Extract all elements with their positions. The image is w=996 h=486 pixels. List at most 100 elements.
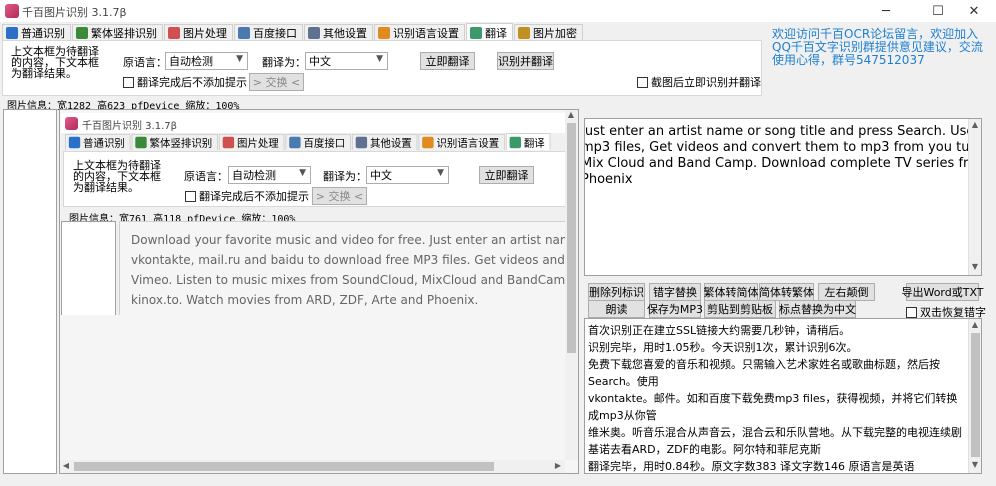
punctuation-to-chinese-button[interactable]: 标点替换为中文 (779, 300, 856, 318)
tab-label: 图片处理 (236, 136, 279, 150)
ocr-and-translate-button[interactable]: 识别并翻译 (497, 52, 554, 70)
preview-vertical-scrollbar[interactable]: ▲ (565, 110, 578, 460)
inner-text-line: Vimeo. Listen to music mixes from SoundC… (131, 273, 566, 287)
language-icon (378, 27, 390, 39)
inner-tab-image-process: 图片处理 (218, 133, 285, 151)
source-text-content: Just enter an artist name or song title … (584, 124, 982, 188)
log-line: 免费下载您喜爱的音乐和视频。只需输入艺术家姓名或歌曲标题，然后按Search。使… (588, 358, 940, 388)
translate-icon (470, 26, 482, 39)
tab-bar: 普通识别 繁体竖排识别 图片处理 百度接口 其他设置 识别语言设置 翻译 图片加… (2, 23, 584, 41)
inner-image-text: Download your favorite music and video f… (119, 221, 566, 315)
chevron-down-icon: ▼ (236, 54, 243, 64)
source-text-box[interactable]: Just enter an artist name or song title … (584, 118, 982, 276)
source-text-line: Phoenix (584, 172, 633, 187)
source-text-line: Mix Cloud and Band Camp. Download comple… (584, 156, 982, 171)
tab-image-encrypt[interactable]: 图片加密 (514, 24, 583, 41)
tab-baidu-api[interactable]: 百度接口 (234, 24, 303, 41)
target-lang-select[interactable]: 中文 ▼ (305, 52, 388, 70)
inner-target-lang-select: 中文 ▼ (366, 166, 449, 184)
tab-label: 识别语言设置 (393, 27, 459, 40)
settings-icon (355, 136, 368, 149)
translation-result-content: 首次识别正在建立SSL链接大约需要几秒钟，请稍后。 识别完毕，用时1.05秒。今… (588, 322, 968, 473)
api-icon (238, 27, 250, 39)
log-line: 识别完毕，用时1.05秒。今天识别1次，累计识别6次。 (588, 341, 858, 354)
tab-label: 百度接口 (253, 27, 297, 40)
tab-label: 普通识别 (21, 27, 65, 40)
thumbnail-list[interactable] (3, 109, 57, 474)
export-word-txt-button[interactable]: 导出Word或TXT (901, 283, 984, 301)
preview-horizontal-scrollbar[interactable]: ◀ ▶ (60, 460, 565, 473)
copy-to-clipboard-button[interactable]: 剪贴到剪贴板 (704, 300, 776, 318)
tab-other-settings[interactable]: 其他设置 (304, 24, 373, 41)
language-icon (422, 136, 434, 149)
inner-swap-button: > 交换 < (312, 187, 367, 205)
minimize-button[interactable]: ─ (864, 0, 908, 22)
tab-label: 识别语言设置 (436, 136, 500, 150)
scroll-up-icon[interactable]: ▲ (969, 120, 981, 129)
scroll-left-icon[interactable]: ◀ (60, 461, 72, 470)
vertical-text-icon (135, 136, 147, 149)
dblclick-restore-checkbox[interactable] (906, 307, 917, 318)
translate-panel: 上文本框为待翻译 的内容，下文本框 为翻译结果。 原语言： 自动检测 ▼ 翻译为：… (2, 40, 762, 96)
log-line: 首次识别正在建立SSL链接大约需要几秒钟，请稍后。 (588, 324, 851, 337)
title-bar: 千百图片识别 3.1.7β ─ ☐ ✕ (0, 0, 996, 22)
translation-result-box[interactable]: 首次识别正在建立SSL链接大约需要几秒钟，请稍后。 识别完毕，用时1.05秒。今… (584, 318, 982, 474)
inner-source-lang-label: 原语言： (184, 170, 228, 183)
swap-button[interactable]: > 交换 < (249, 73, 304, 91)
log-line: 基诺去看ARD，ZDF的电影。阿尔特和菲尼克斯 (588, 443, 821, 456)
tab-translate[interactable]: 翻译 (466, 23, 513, 41)
lock-icon (518, 27, 530, 39)
scroll-down-icon[interactable]: ▼ (969, 460, 981, 469)
scroll-thumb[interactable] (971, 333, 980, 457)
promo-text: 欢迎访问千百OCR论坛留言，欢迎加入QQ千百文字识别群提供意见建议，交流使用心得… (772, 27, 983, 67)
source-lang-label: 原语言： (123, 56, 167, 69)
ocr-icon (68, 136, 81, 149)
tab-vertical[interactable]: 繁体竖排识别 (72, 24, 163, 41)
tab-language-settings[interactable]: 识别语言设置 (374, 24, 465, 41)
delete-column-marks-button[interactable]: 删除列标识 (588, 283, 645, 301)
typo-replace-button[interactable]: 错字替换 (649, 283, 701, 301)
source-text-line: mp3 files, Get videos and convert them t… (584, 140, 982, 155)
source-lang-select[interactable]: 自动检测 ▼ (165, 52, 248, 70)
no-tip-option[interactable]: 翻译完成后不添加提示 (123, 74, 247, 90)
screenshot-translate-option[interactable]: 截图后立即识别并翻译 (637, 74, 761, 90)
window-title: 千百图片识别 3.1.7β (22, 6, 127, 19)
tab-label: 翻译 (523, 136, 545, 149)
tab-image-process[interactable]: 图片处理 (164, 24, 233, 41)
scroll-right-icon[interactable]: ▶ (552, 461, 564, 470)
flip-horizontal-button[interactable]: 左右颠倒 (818, 283, 875, 301)
simplified-to-traditional-button[interactable]: 简体转繁体 (759, 283, 814, 301)
save-mp3-button[interactable]: 保存为MP3 (647, 300, 703, 318)
inner-tab-other-settings: 其他设置 (351, 133, 418, 151)
translate-now-button[interactable]: 立即翻译 (420, 52, 475, 70)
chevron-down-icon: ▼ (299, 168, 306, 178)
tab-label: 其他设置 (369, 136, 412, 150)
source-lang-value: 自动检测 (169, 55, 213, 68)
inner-target-lang-label: 翻译为： (323, 170, 367, 183)
chevron-down-icon: ▼ (376, 54, 383, 64)
close-button[interactable]: ✕ (952, 0, 996, 22)
result-scrollbar[interactable]: ▲ ▼ (968, 319, 981, 473)
scroll-down-icon[interactable]: ▼ (969, 262, 981, 271)
tab-label: 普通识别 (83, 136, 125, 150)
inner-translate-now-button: 立即翻译 (479, 166, 534, 184)
scroll-thumb[interactable] (567, 123, 576, 353)
target-lang-label: 翻译为： (262, 56, 306, 69)
tab-label: 图片加密 (533, 27, 577, 40)
inner-target-lang-value: 中文 (370, 169, 392, 182)
source-text-line: Just enter an artist name or song title … (584, 124, 975, 139)
no-tip-checkbox[interactable] (123, 77, 134, 88)
log-line: 维米奥。听音乐混合从声音云，混合云和乐队营地。从下载完整的电视连续剧 (588, 426, 962, 439)
source-text-scrollbar[interactable]: ▲ ▼ (968, 119, 981, 275)
tab-label: 繁体竖排识别 (91, 27, 157, 40)
screenshot-translate-checkbox[interactable] (637, 77, 648, 88)
tab-ocr[interactable]: 普通识别 (2, 24, 71, 41)
inner-tab-bar: 普通识别 繁体竖排识别 图片处理 百度接口 其他设置 识别语言设置 翻译 (65, 133, 551, 151)
scroll-thumb[interactable] (74, 462, 494, 471)
inner-title-bar: 千百图片识别 3.1.7β (61, 113, 566, 133)
scroll-up-icon[interactable]: ▲ (565, 110, 577, 119)
preview-screenshot: 千百图片识别 3.1.7β 普通识别 繁体竖排识别 图片处理 百度接口 其他设置… (61, 113, 566, 315)
traditional-to-simplified-button[interactable]: 繁体转简体 (704, 283, 759, 301)
read-aloud-button[interactable]: 朗读 (588, 300, 645, 318)
scroll-up-icon[interactable]: ▲ (969, 320, 981, 329)
